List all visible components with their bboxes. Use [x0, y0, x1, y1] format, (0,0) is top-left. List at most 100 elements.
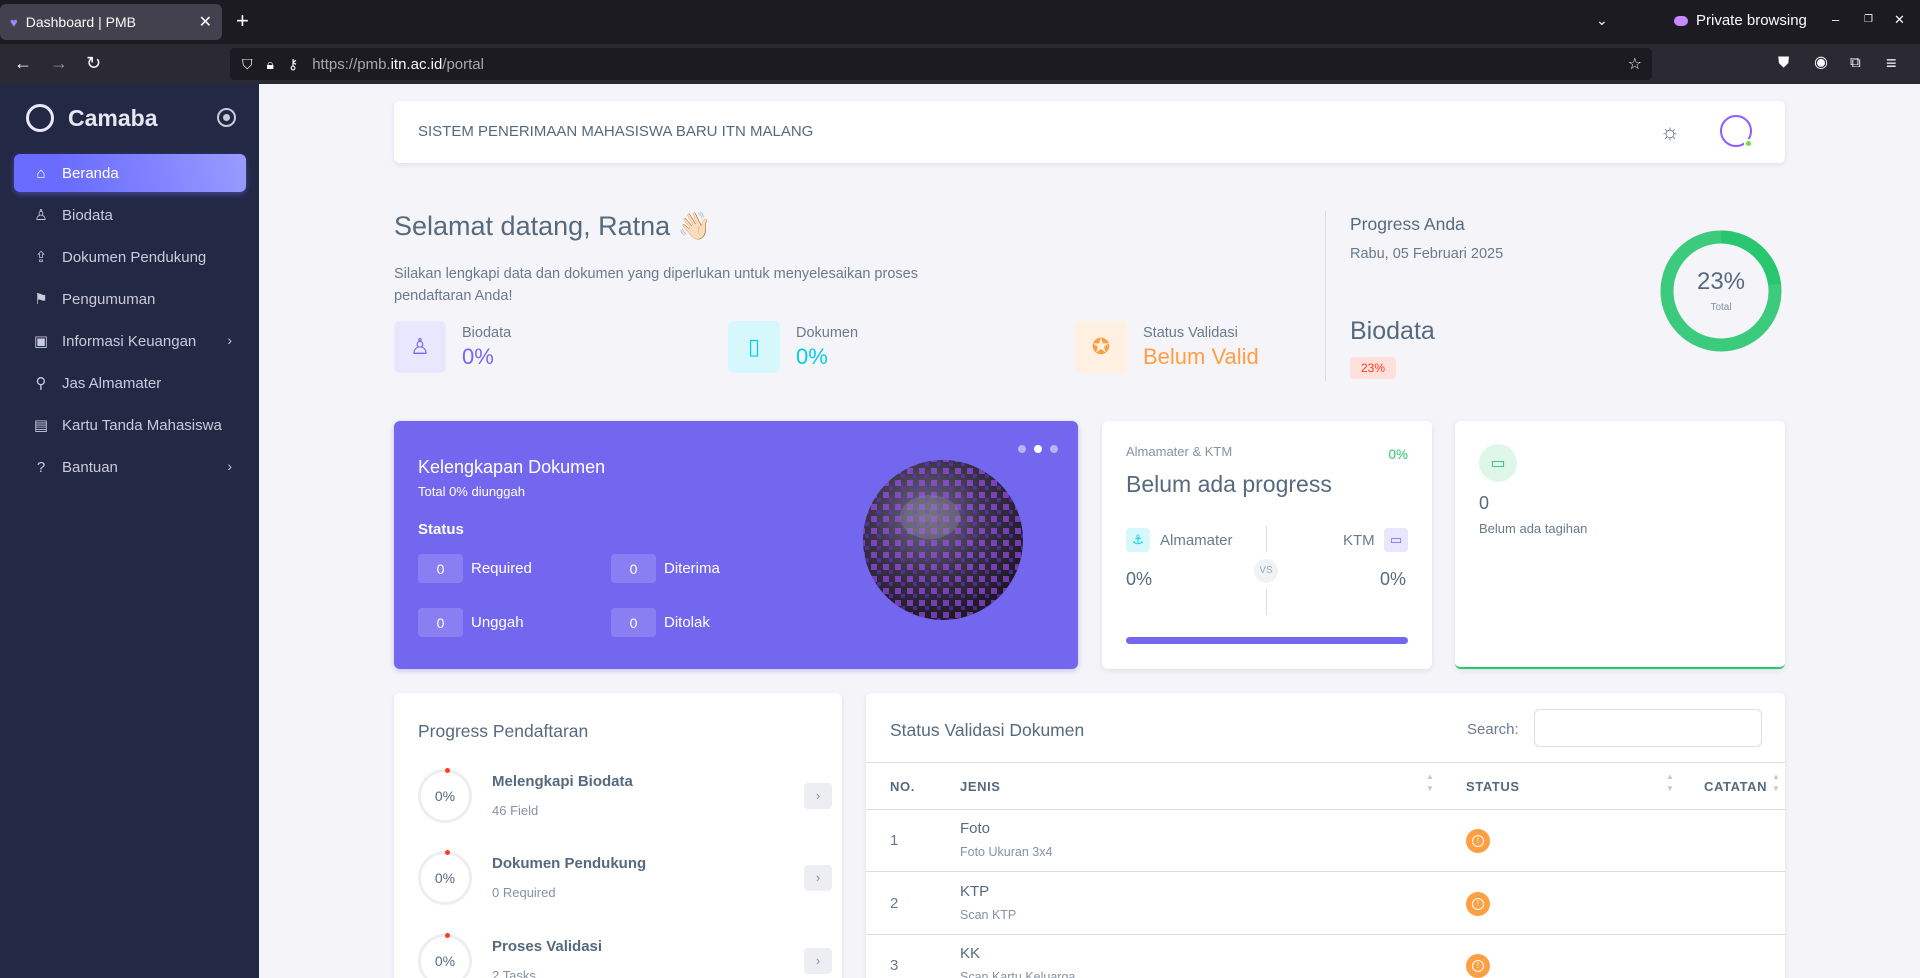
welcome-title: Selamat datang, Ratna 👋🏻	[394, 211, 712, 241]
wallet-icon: ▣	[33, 333, 49, 350]
app-menu-icon[interactable]: ≡	[1886, 53, 1897, 73]
divider	[1266, 589, 1267, 615]
column-header-no[interactable]: NO.	[890, 779, 915, 794]
account-icon[interactable]: ◉	[1814, 53, 1828, 73]
restore-icon[interactable]: ❐	[1864, 14, 1873, 25]
theme-toggle-sun-icon[interactable]: ☼	[1652, 114, 1688, 150]
cell-jenis: KK	[960, 945, 981, 962]
ktm-label: KTM	[1343, 532, 1375, 549]
megaphone-icon: ⚑	[34, 291, 48, 308]
cell-jenis-sub: Foto Ukuran 3x4	[960, 845, 1053, 859]
almamater-value: 0%	[1126, 569, 1153, 589]
pending-status-icon: !	[1466, 954, 1490, 978]
cell-no: 3	[890, 957, 899, 974]
sidebar-item-jas-almamater[interactable]: ⚲ Jas Almamater	[14, 364, 246, 402]
status-count: 0	[611, 608, 656, 637]
chevron-right-icon[interactable]: ›	[804, 783, 832, 809]
bookmark-star-icon[interactable]: ☆	[1628, 54, 1642, 74]
sidebar-item-label: Jas Almamater	[62, 374, 162, 392]
stat-value: 0%	[796, 343, 828, 369]
search-input[interactable]	[1534, 709, 1762, 747]
credit-card-icon: ▭	[1384, 528, 1408, 552]
hanger-icon: ⚓	[1126, 528, 1150, 552]
carousel-dot[interactable]	[1050, 445, 1058, 453]
progress-badge: 23%	[1350, 357, 1397, 379]
shield-icon[interactable]: ⛉	[242, 56, 253, 73]
window-close-icon[interactable]: ✕	[1894, 12, 1905, 28]
table-row: 1 Foto Foto Ukuran 3x4 !	[866, 810, 1785, 872]
search-label: Search:	[1467, 721, 1519, 738]
progress-ring: 0%	[418, 768, 472, 823]
url-bar[interactable]: ⛉ 🔒︎ ⚷ https://pmb.itn.ac.id/portal ☆	[230, 48, 1652, 80]
close-tab-icon[interactable]: ✕	[199, 12, 212, 32]
status-label: Required	[471, 560, 532, 577]
sidebar-item-informasi-keuangan[interactable]: ▣ Informasi Keuangan ›	[14, 322, 246, 360]
status-count: 0	[418, 608, 463, 637]
reload-icon[interactable]: ↻	[86, 53, 101, 73]
sidebar-item-kartu-tanda-mahasiswa[interactable]: ▤ Kartu Tanda Mahasiswa	[14, 406, 246, 444]
browser-tab[interactable]: ♥ Dashboard | PMB ✕	[0, 4, 222, 40]
key-icon[interactable]: ⚷	[288, 56, 298, 73]
divider	[1325, 211, 1326, 381]
card-title: Progress Pendaftaran	[418, 721, 589, 741]
sidebar-item-beranda[interactable]: ⌂ Beranda	[14, 154, 246, 192]
sidebar-item-bantuan[interactable]: ? Bantuan ›	[14, 448, 246, 486]
pocket-icon[interactable]: ⛊	[1778, 53, 1789, 73]
private-label: Private browsing	[1696, 12, 1807, 29]
sidebar-item-pengumuman[interactable]: ⚑ Pengumuman	[14, 280, 246, 318]
extensions-icon[interactable]: ⧉	[1850, 53, 1861, 73]
donut-label: Total	[1710, 302, 1732, 313]
carousel-dot[interactable]	[1034, 445, 1042, 453]
kelengkapan-dokumen-card: Kelengkapan Dokumen Total 0% diunggah St…	[394, 421, 1078, 669]
cell-jenis-sub: Scan Kartu Keluarga	[960, 970, 1076, 978]
back-icon[interactable]: ←	[14, 53, 32, 73]
url-text[interactable]: https://pmb.itn.ac.id/portal	[312, 56, 484, 73]
tab-title: Dashboard | PMB	[25, 14, 136, 30]
status-label: Diterima	[664, 560, 720, 577]
status-count: 0	[611, 554, 656, 583]
system-title: SISTEM PENERIMAAN MAHASISWA BARU ITN MAL…	[418, 123, 814, 140]
sidebar: Camaba ⌂ Beranda ♙ Biodata ⇪ Dokumen Pen…	[0, 84, 259, 978]
forward-icon[interactable]: →	[50, 53, 68, 73]
sidebar-item-biodata[interactable]: ♙ Biodata	[14, 196, 246, 234]
stat-label: Dokumen	[796, 324, 859, 341]
sidebar-item-dokumen-pendukung[interactable]: ⇪ Dokumen Pendukung	[14, 238, 246, 276]
donut-value: 23%	[1696, 268, 1746, 295]
cell-jenis-sub: Scan KTP	[960, 908, 1017, 922]
carousel-dot[interactable]	[1018, 445, 1026, 453]
card-subtitle: Total 0% diunggah	[418, 484, 525, 499]
sidebar-item-label: Pengumuman	[62, 290, 156, 308]
user-check-icon: ♙	[394, 321, 446, 373]
tagihan-card: ▭ 0 Belum ada tagihan	[1455, 421, 1785, 669]
minimize-icon[interactable]: –	[1832, 12, 1839, 27]
tab-list-chevron-icon[interactable]: ⌄	[1596, 12, 1608, 29]
table-row: 3 KK Scan Kartu Keluarga !	[866, 935, 1785, 978]
status-count: 0	[418, 554, 463, 583]
progress-ring: 0%	[418, 933, 472, 978]
sphere-illustration	[863, 460, 1023, 620]
chevron-right-icon[interactable]: ›	[804, 865, 832, 891]
stat-label: Status Validasi	[1143, 324, 1238, 341]
new-tab-icon[interactable]: +	[236, 10, 249, 32]
stat-label: Biodata	[462, 324, 512, 341]
column-header-catatan[interactable]: CATATAN	[1704, 779, 1767, 794]
sidebar-toggle-icon[interactable]	[217, 108, 236, 127]
stat-biodata: ♙ Biodata 0%	[394, 321, 511, 373]
sort-icon[interactable]: ▲ ▼	[1666, 771, 1674, 795]
lock-icon[interactable]: 🔒︎	[267, 56, 274, 73]
sidebar-item-label: Biodata	[62, 206, 113, 224]
pending-status-icon: !	[1466, 829, 1490, 853]
sort-icon[interactable]: ▲ ▼	[1772, 771, 1780, 795]
cell-jenis: Foto	[960, 820, 991, 837]
table-row: 2 KTP Scan KTP !	[866, 873, 1785, 935]
browser-nav-bar: ← → ↻ ⛉ 🔒︎ ⚷ https://pmb.itn.ac.id/porta…	[0, 44, 1920, 84]
chevron-right-icon[interactable]: ›	[804, 948, 832, 974]
shirt-icon: ⚲	[35, 375, 47, 392]
brand[interactable]: Camaba	[26, 104, 157, 132]
status-diterima: 0 Diterima	[611, 554, 720, 583]
column-header-jenis[interactable]: JENIS	[960, 779, 1001, 794]
column-header-status[interactable]: STATUS	[1466, 779, 1520, 794]
almamater-label: Almamater	[1160, 532, 1233, 549]
sort-icon[interactable]: ▲ ▼	[1426, 771, 1434, 795]
upload-icon: ⇪	[34, 249, 48, 266]
